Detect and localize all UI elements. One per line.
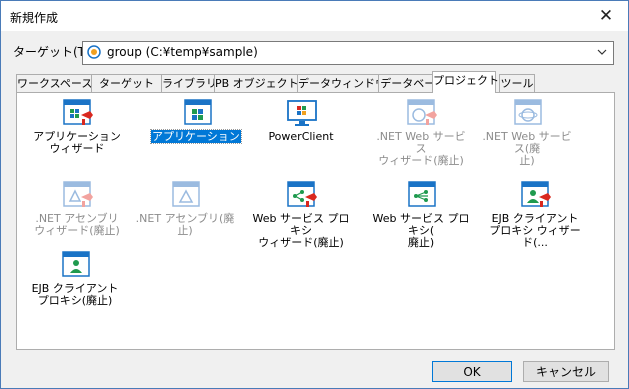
window-title: 新規作成 (10, 11, 59, 25)
item-application[interactable]: アプリケーション (147, 95, 247, 173)
close-icon[interactable]: ✕ (584, 1, 628, 31)
item-ejb-client-proxy-wizard[interactable]: EJB クライアント プロキシ ウィザード(... (485, 177, 585, 255)
tab-target[interactable]: ターゲット (91, 74, 162, 92)
item-label: .NET Web サービス(廃 止) (482, 130, 572, 167)
item-label: Web サービス プロキシ ウィザード(廃止) (252, 212, 350, 249)
title-bar: 新規作成 ✕ (1, 1, 628, 31)
dotnet-assembly-wizard-icon (63, 181, 93, 207)
dotnet-assembly-icon (172, 181, 200, 207)
tab-pb-object[interactable]: PB オブジェクト (214, 74, 299, 92)
item-label: .NET Web サービス ウィザード(廃止) (376, 130, 466, 167)
item-dotnet-assembly: .NET アセンブリ(廃止) (135, 177, 235, 255)
item-label: .NET アセンブリ(廃止) (135, 212, 235, 237)
dotnet-web-service-wizard-icon (407, 99, 437, 125)
item-powerclient[interactable]: PowerClient (251, 95, 351, 173)
tab-datawindow[interactable]: データウィンドウ (297, 74, 386, 92)
target-value: group (C:¥temp¥sample) (107, 45, 258, 59)
tab-workspace[interactable]: ワークスペース (16, 74, 92, 92)
web-service-proxy-wizard-icon (287, 181, 317, 207)
item-ejb-client-proxy[interactable]: EJB クライアント プロキシ(廃止) (25, 247, 125, 325)
ejb-client-proxy-wizard-icon (521, 181, 551, 207)
application-icon (184, 99, 212, 125)
item-label: EJB クライアント プロキシ ウィザード(... (489, 212, 581, 249)
tab-tools[interactable]: ツール (499, 74, 535, 92)
item-web-service-proxy[interactable]: Web サービス プロキシ( 廃止) (371, 177, 471, 255)
ok-button[interactable]: OK (432, 361, 512, 382)
target-select[interactable]: group (C:¥temp¥sample) (82, 41, 614, 65)
item-grid: アプリケーション ウィザード アプリケーション PowerClient .NET… (17, 95, 613, 349)
web-service-proxy-icon (408, 181, 436, 207)
item-dotnet-web-service: .NET Web サービス(廃 止) (477, 95, 577, 173)
item-label: アプリケーション (150, 129, 242, 144)
item-label: アプリケーション ウィザード (33, 130, 121, 155)
item-label: PowerClient (268, 130, 334, 143)
item-application-wizard[interactable]: アプリケーション ウィザード (27, 95, 127, 173)
new-dialog: 新規作成 ✕ ターゲット(T): group (C:¥temp¥sample) … (0, 0, 629, 389)
item-label: .NET アセンブリ ウィザード(廃止) (34, 212, 120, 237)
item-dotnet-assembly-wizard: .NET アセンブリ ウィザード(廃止) (27, 177, 127, 255)
item-web-service-proxy-wizard[interactable]: Web サービス プロキシ ウィザード(廃止) (251, 177, 351, 255)
target-icon (87, 45, 101, 59)
chevron-down-icon[interactable] (594, 43, 610, 61)
tab-project[interactable]: プロジェクト (432, 71, 499, 93)
powerclient-icon (287, 100, 317, 126)
tab-library[interactable]: ライブラリ (161, 74, 217, 92)
application-wizard-icon (63, 99, 93, 125)
ejb-client-proxy-icon (62, 251, 90, 277)
item-dotnet-web-service-wizard: .NET Web サービス ウィザード(廃止) (371, 95, 471, 173)
dotnet-web-service-icon (514, 99, 542, 125)
item-label: Web サービス プロキシ( 廃止) (372, 212, 470, 249)
cancel-button[interactable]: キャンセル (523, 361, 609, 382)
item-label: EJB クライアント プロキシ(廃止) (31, 282, 119, 307)
